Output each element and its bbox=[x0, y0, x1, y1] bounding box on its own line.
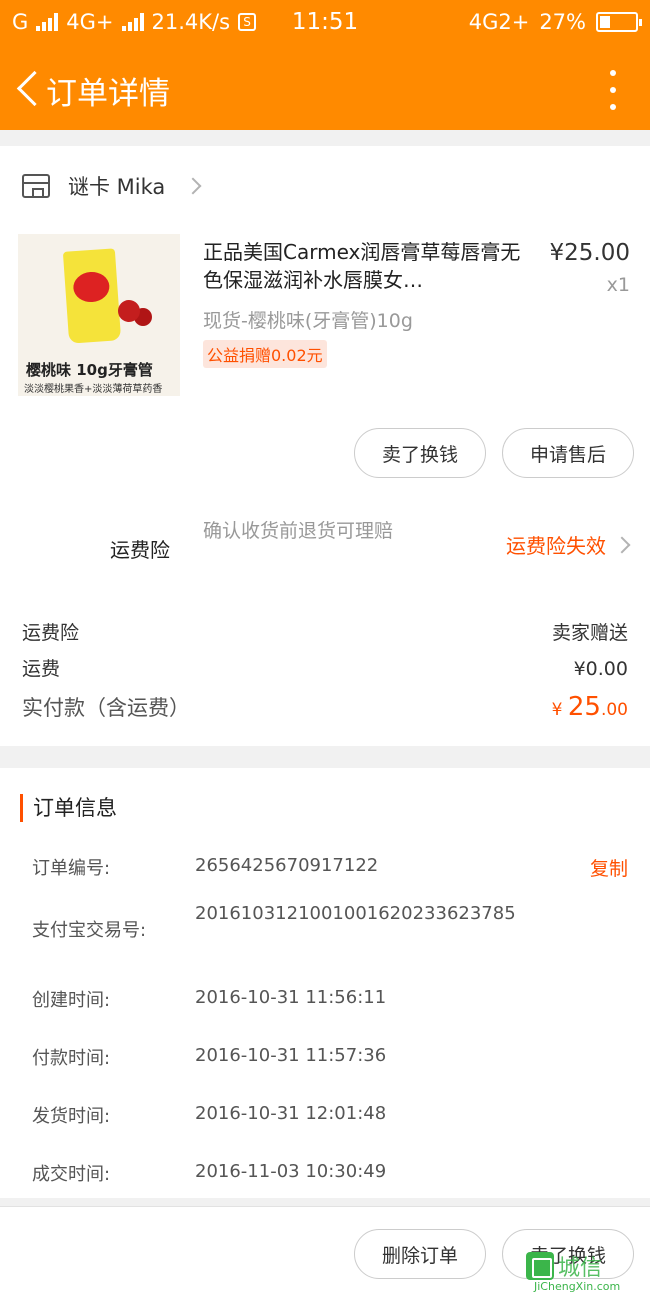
copy-button[interactable]: 复制 bbox=[590, 854, 628, 881]
store-icon bbox=[22, 174, 50, 198]
thumbnail-caption: 樱桃味 10g牙膏管 bbox=[26, 361, 153, 379]
delete-order-button[interactable]: 删除订单 bbox=[354, 1229, 486, 1279]
order-card: 谜卡 Mika 樱桃味 10g牙膏管 淡淡樱桃果香+淡淡薄荷草药香 正品美国Ca… bbox=[0, 146, 650, 746]
network-label-right: 4G2+ bbox=[468, 10, 530, 34]
status-bar: G 4G+ 21.4K/s S 11:51 4G2+ 27% bbox=[0, 0, 650, 46]
product-quantity: x1 bbox=[606, 274, 630, 296]
sell-button[interactable]: 卖了换钱 bbox=[354, 428, 486, 478]
cost-row-insurance: 运费险 卖家赠送 bbox=[22, 618, 628, 645]
product-name: 正品美国Carmex润唇膏草莓唇膏无色保湿滋润补水唇膜女… bbox=[203, 240, 521, 292]
shipping-insurance-label: 运费险 bbox=[110, 538, 170, 562]
product-price: ¥25.00 bbox=[549, 240, 630, 266]
shop-name: 谜卡 Mika bbox=[68, 175, 166, 199]
info-key: 创建时间: bbox=[32, 990, 111, 1011]
bottom-action-bar: 删除订单 卖了换钱 城信 JiChengXin.com bbox=[0, 1206, 650, 1300]
info-value: 2016-11-03 10:30:49 bbox=[195, 1161, 387, 1182]
status-right: 4G2+ 27% bbox=[468, 10, 642, 34]
info-value: 2016103121001001620233623785 bbox=[195, 903, 516, 924]
total-integer: 25 bbox=[567, 692, 601, 722]
app-header: 订单详情 bbox=[0, 46, 650, 130]
total-currency: ¥ bbox=[551, 700, 563, 720]
chevron-right-icon bbox=[613, 536, 631, 553]
watermark-text-cn: 城信 bbox=[558, 1256, 603, 1281]
battery-icon bbox=[596, 12, 642, 32]
thumbnail-subcaption: 淡淡樱桃果香+淡淡薄荷草药香 bbox=[24, 384, 163, 395]
shop-row[interactable]: 谜卡 Mika bbox=[22, 166, 202, 206]
info-value: 2016-10-31 12:01:48 bbox=[195, 1103, 387, 1124]
info-value: 2656425670917122 bbox=[195, 855, 379, 876]
section-title: 订单信息 bbox=[20, 794, 117, 822]
total-row: 实付款（含运费） ¥ 25.00 bbox=[22, 692, 628, 722]
charity-tag: 公益捐赠0.02元 bbox=[203, 340, 327, 368]
total-label: 实付款（含运费） bbox=[22, 696, 190, 720]
info-key: 订单编号: bbox=[32, 858, 111, 879]
cost-value: 卖家赠送 bbox=[551, 622, 628, 644]
watermark: 城信 JiChengXin.com bbox=[526, 1250, 642, 1294]
cost-value: ¥0.00 bbox=[573, 658, 628, 680]
product-item[interactable]: 樱桃味 10g牙膏管 淡淡樱桃果香+淡淡薄荷草药香 正品美国Carmex润唇膏草… bbox=[18, 234, 630, 399]
cost-label: 运费 bbox=[22, 658, 61, 680]
shipping-insurance-description: 确认收货前退货可理赔 bbox=[203, 520, 394, 542]
info-key: 支付宝交易号: bbox=[32, 920, 147, 941]
cost-label: 运费险 bbox=[22, 622, 80, 644]
info-key: 付款时间: bbox=[32, 1048, 111, 1069]
chevron-right-icon bbox=[184, 177, 202, 195]
cherry-icon bbox=[118, 300, 140, 322]
info-value: 2016-10-31 11:56:11 bbox=[195, 987, 387, 1008]
total-amount: ¥ 25.00 bbox=[552, 692, 628, 722]
order-info-card: 订单信息 订单编号: 2656425670917122 复制 支付宝交易号: 2… bbox=[0, 768, 650, 1198]
lip-balm-tube-icon bbox=[62, 248, 122, 344]
info-value: 2016-10-31 11:57:36 bbox=[195, 1045, 387, 1066]
watermark-text-en: JiChengXin.com bbox=[534, 1280, 621, 1293]
more-vertical-icon[interactable] bbox=[606, 70, 620, 110]
cost-row-shipping: 运费 ¥0.00 bbox=[22, 654, 628, 681]
shipping-insurance-status[interactable]: 运费险失效 bbox=[506, 530, 631, 559]
info-key: 发货时间: bbox=[32, 1106, 111, 1127]
info-key: 成交时间: bbox=[32, 1164, 111, 1185]
product-thumbnail: 樱桃味 10g牙膏管 淡淡樱桃果香+淡淡薄荷草药香 bbox=[18, 234, 180, 396]
back-chevron-icon[interactable] bbox=[12, 68, 46, 108]
product-sku: 现货-樱桃味(牙膏管)10g bbox=[203, 310, 413, 332]
watermark-logo-icon bbox=[526, 1252, 554, 1280]
battery-label: 27% bbox=[539, 10, 586, 34]
after-sale-button[interactable]: 申请售后 bbox=[502, 428, 634, 478]
total-decimal: .00 bbox=[600, 700, 628, 720]
shipping-insurance-status-label: 运费险失效 bbox=[506, 534, 606, 558]
page-title: 订单详情 bbox=[46, 76, 170, 112]
